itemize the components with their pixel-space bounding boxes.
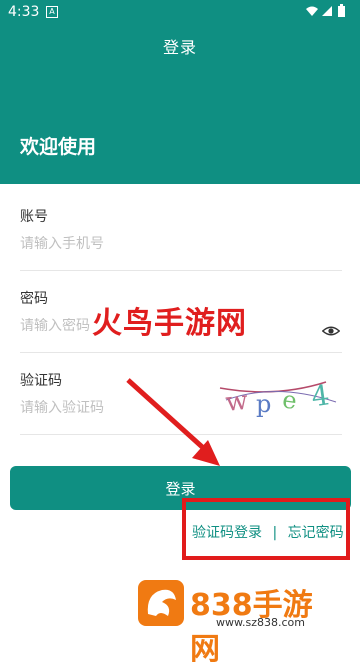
forgot-password-link[interactable]: 忘记密码: [288, 522, 344, 542]
site-brand: 838手游网 www.sz838.com: [138, 576, 338, 667]
svg-text:4: 4: [309, 378, 331, 413]
captcha-image[interactable]: w p e 4: [216, 376, 342, 426]
dragon-logo-icon: [138, 580, 184, 626]
account-divider: [20, 270, 342, 271]
link-separator: |: [272, 525, 278, 541]
welcome-text: 欢迎使用: [20, 136, 97, 158]
auth-links: 验证码登录 | 忘记密码: [192, 522, 344, 542]
status-time: 4:33: [8, 4, 40, 20]
status-icons: [304, 4, 352, 21]
svg-text:e: e: [281, 385, 299, 415]
account-label: 账号: [20, 209, 48, 225]
watermark-text: 火鸟手游网: [92, 306, 247, 341]
eye-icon[interactable]: [322, 322, 340, 340]
brand-url: www.sz838.com: [216, 616, 305, 629]
page-title: 登录: [162, 38, 197, 57]
code-label: 验证码: [20, 373, 62, 389]
app-header: 登录 欢迎使用: [0, 24, 360, 184]
code-login-link[interactable]: 验证码登录: [192, 522, 262, 542]
wifi-signal-battery-icon: [306, 4, 345, 17]
account-input[interactable]: [20, 236, 320, 252]
status-bar: 4:33 A: [0, 0, 360, 24]
svg-text:p: p: [256, 390, 271, 418]
app-notification-icon: A: [46, 6, 58, 18]
password-divider: [20, 352, 342, 353]
red-arrow-annotation: [126, 378, 220, 466]
password-label: 密码: [20, 291, 48, 307]
links-highlight-box: 验证码登录 | 忘记密码: [182, 498, 350, 560]
